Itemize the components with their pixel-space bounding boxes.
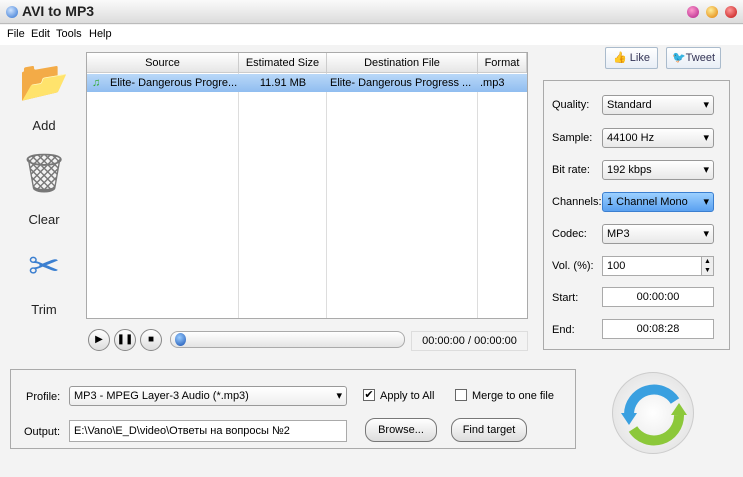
stop-button[interactable]: ■ [140,329,162,351]
codec-select[interactable]: MP3 [602,224,714,244]
header-source[interactable]: Source [87,53,239,73]
play-button[interactable]: ▶ [88,329,110,351]
like-label: Like [629,52,650,64]
browse-button[interactable]: Browse... [365,418,437,442]
output-panel: Profile: MP3 - MPEG Layer-3 Audio (*.mp3… [10,369,576,449]
start-label: Start: [552,292,579,304]
clear-label: Clear [28,212,60,227]
end-label: End: [552,324,575,336]
close-button[interactable] [725,6,737,18]
add-button[interactable]: 📂 Add [12,58,76,133]
add-label: Add [32,118,56,133]
window-title: AVI to MP3 [22,3,95,19]
seek-slider[interactable] [170,331,405,348]
output-label: Output: [24,426,61,438]
tweet-label: Tweet [685,52,716,64]
convert-arrows-icon [621,384,687,446]
like-button[interactable]: 👍 Like [605,47,658,69]
merge-label: Merge to one file [472,390,554,402]
menu-file[interactable]: File [7,28,25,40]
quality-select[interactable]: Standard [602,95,714,115]
header-size[interactable]: Estimated Size [239,53,327,73]
bitrate-label: Bit rate: [552,164,590,176]
trim-label: Trim [31,302,57,317]
help-window-button[interactable] [687,6,699,18]
table-row[interactable]: ♫ Elite- Dangerous Progre... 11.91 MB El… [87,74,527,92]
sample-label: Sample: [552,132,593,144]
volume-label: Vol. (%): [552,260,594,272]
pause-button[interactable]: ❚❚ [114,329,136,351]
add-folder-icon: 📂 [19,60,69,104]
title-bar: AVI to MP3 [0,0,743,24]
menu-help[interactable]: Help [89,28,112,40]
menu-edit[interactable]: Edit [31,28,50,40]
start-time-input[interactable]: 00:00:00 [602,287,714,307]
time-display: 00:00:00 / 00:00:00 [411,331,528,351]
recycle-bin-icon: 🗑 [19,153,69,195]
bitrate-select[interactable]: 192 kbps [602,160,714,180]
app-icon [6,6,18,18]
codec-label: Codec: [552,228,587,240]
cell-size: 11.91 MB [259,77,307,89]
find-target-button[interactable]: Find target [451,418,527,442]
apply-all-checkbox[interactable]: ✔ [363,389,375,401]
bird-icon: 🐦 [671,52,686,64]
cell-source: Elite- Dangerous Progre... [110,77,238,89]
scissors-icon: ✂ [28,246,60,288]
cell-destination: Elite- Dangerous Progress ... [330,77,472,89]
volume-spinner[interactable]: 100 [602,256,714,276]
apply-all-label: Apply to All [380,390,435,402]
cell-format: .mp3 [480,77,505,89]
trim-button[interactable]: ✂ Trim [12,244,76,317]
settings-panel: Quality: Standard Sample: 44100 Hz Bit r… [543,80,730,350]
file-list[interactable]: Source Estimated Size Destination File F… [86,52,528,319]
tweet-button[interactable]: 🐦Tweet [666,47,721,69]
sample-select[interactable]: 44100 Hz [602,128,714,148]
menu-tools[interactable]: Tools [56,28,82,40]
convert-button[interactable] [612,372,694,454]
profile-select[interactable]: MP3 - MPEG Layer-3 Audio (*.mp3) [69,386,347,406]
clear-button[interactable]: 🗑 Clear [12,152,76,227]
merge-checkbox[interactable] [455,389,467,401]
seek-handle[interactable] [175,333,186,346]
volume-spin-arrows-icon[interactable]: ▲ ▼ [701,256,714,276]
music-note-icon: ♫ [92,77,101,89]
minimize-button[interactable] [706,6,718,18]
header-format[interactable]: Format [478,53,527,73]
output-path-input[interactable]: E:\Vano\E_D\video\Ответы на вопросы №2 [69,420,347,442]
profile-label: Profile: [26,391,61,403]
header-destination[interactable]: Destination File [327,53,478,73]
menu-bar: File Edit Tools Help [0,25,743,45]
quality-label: Quality: [552,99,590,111]
end-time-input[interactable]: 00:08:28 [602,319,714,339]
channels-select[interactable]: 1 Channel Mono [602,192,714,212]
channels-label: Channels: [552,196,602,208]
